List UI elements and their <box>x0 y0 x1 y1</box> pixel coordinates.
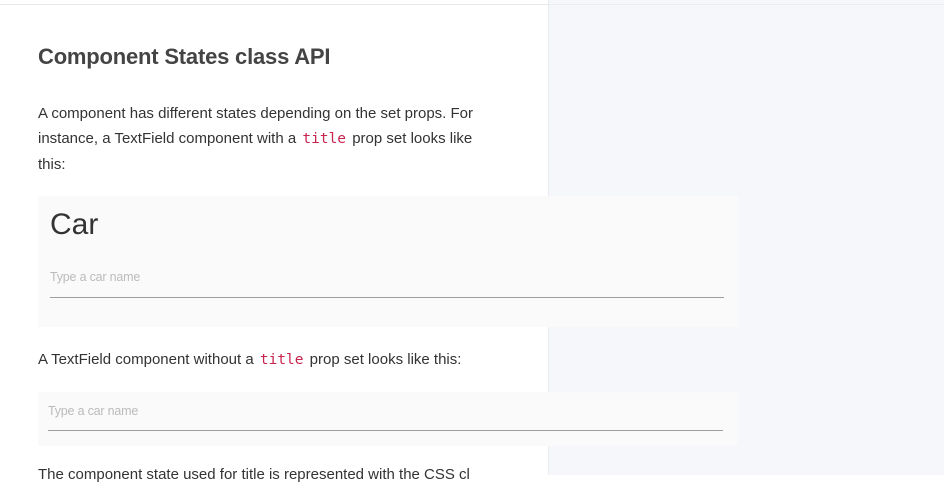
section-heading: Component States class API <box>38 44 331 69</box>
second-text-end: prop set looks like this: <box>305 351 462 368</box>
top-divider <box>0 4 548 5</box>
demo-textfield-with-title: Car Type a car name <box>38 196 738 327</box>
textfield-underline[interactable] <box>48 430 723 431</box>
textfield-input-placeholder[interactable]: Type a car name <box>50 270 140 284</box>
inline-code-title: title <box>302 131 347 147</box>
textfield-title: Car <box>50 208 99 241</box>
inline-code-title-2: title <box>259 352 304 368</box>
second-text-start: A TextField component without a <box>38 351 258 368</box>
intro-paragraph: A component has different states dependi… <box>38 101 498 177</box>
second-paragraph: A TextField component without a title pr… <box>38 347 538 373</box>
top-divider-right <box>549 4 944 5</box>
textfield-input-placeholder[interactable]: Type a car name <box>48 404 138 418</box>
textfield-underline[interactable] <box>50 297 724 298</box>
demo-textfield-without-title: Type a car name <box>38 392 738 446</box>
